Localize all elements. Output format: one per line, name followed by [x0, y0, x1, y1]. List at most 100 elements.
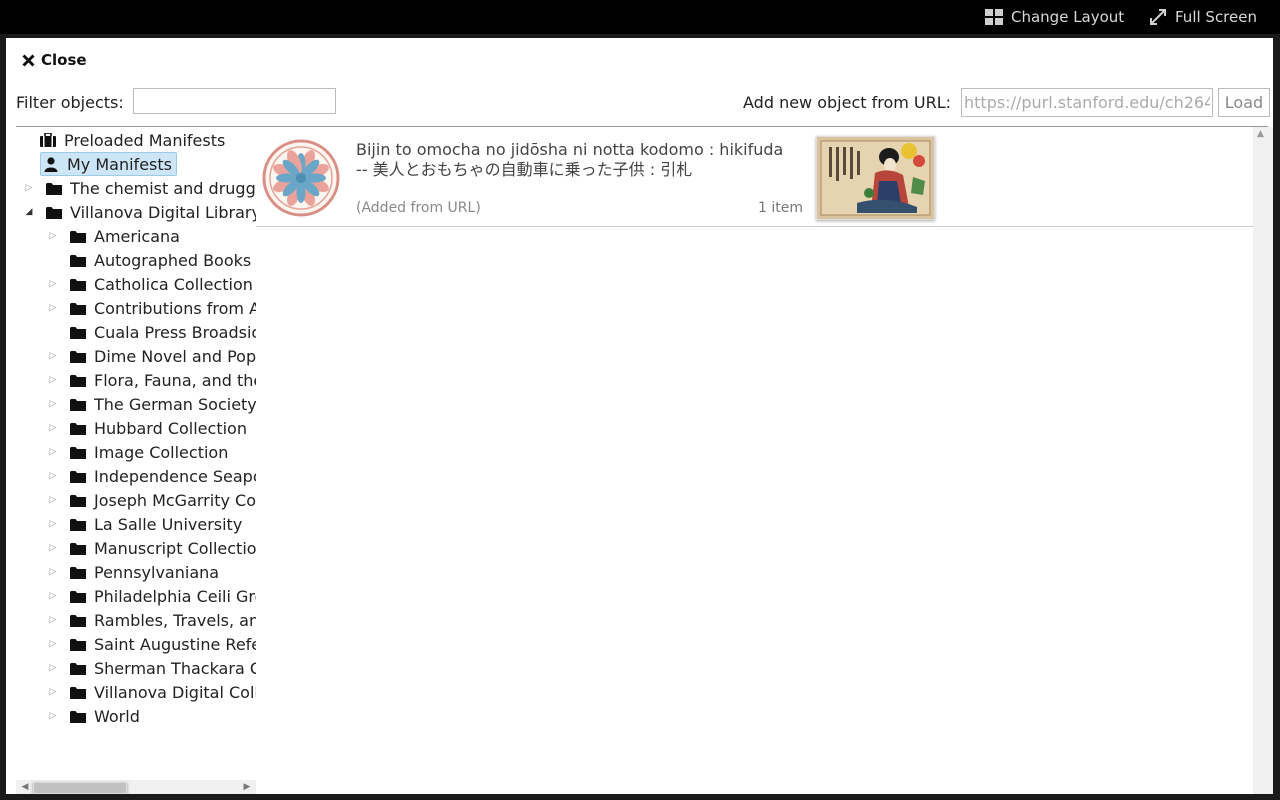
- tree-item[interactable]: ▷ Pennsylvaniana: [46, 561, 220, 583]
- manifest-list-vertical-scrollbar[interactable]: ▲: [1253, 127, 1273, 794]
- scroll-right-icon[interactable]: ▶: [240, 780, 254, 794]
- tree-item[interactable]: ▷ Manuscript Collection: [46, 537, 256, 559]
- expand-toggle-icon[interactable]: ▷: [46, 303, 60, 313]
- expand-toggle-icon[interactable]: ▷: [22, 183, 36, 193]
- scrollbar-thumb[interactable]: [33, 782, 127, 794]
- expand-toggle-icon[interactable]: ▷: [46, 687, 60, 697]
- folder-icon: [70, 420, 86, 436]
- expand-toggle-icon[interactable]: ▷: [46, 423, 60, 433]
- expand-toggle-icon[interactable]: ▷: [46, 615, 60, 625]
- tree-item[interactable]: Cuala Press Broadsic: [46, 321, 256, 343]
- tree-item-villanova[interactable]: ◢ Villanova Digital Library: [22, 201, 256, 223]
- scroll-up-icon[interactable]: ▲: [1257, 129, 1264, 139]
- tree-item-chemist[interactable]: ▷ The chemist and druggi: [22, 177, 256, 199]
- expand-toggle-icon[interactable]: ▷: [46, 711, 60, 721]
- tree-item[interactable]: ▷ The German Society: [46, 393, 256, 415]
- tree-item-label: Image Collection: [94, 442, 229, 462]
- tree-item-preloaded-manifests[interactable]: Preloaded Manifests: [40, 129, 225, 151]
- tree-item[interactable]: ▷ Philadelphia Ceili Gro: [46, 585, 256, 607]
- manifest-list-item[interactable]: Bijin to omocha no jidōsha ni notta kodo…: [256, 127, 1253, 227]
- load-button[interactable]: Load: [1218, 88, 1270, 117]
- manifest-source: (Added from URL): [356, 200, 481, 216]
- tree-item-my-manifests[interactable]: My Manifests: [40, 152, 177, 176]
- expand-toggle-icon[interactable]: ▷: [46, 231, 60, 241]
- tree-item[interactable]: ▷ Villanova Digital Coll: [46, 681, 256, 703]
- tree-item[interactable]: ▷ Flora, Fauna, and the: [46, 369, 256, 391]
- folder-icon: [70, 684, 86, 700]
- folder-icon: [70, 396, 86, 412]
- filter-input[interactable]: [133, 88, 336, 114]
- tree-item[interactable]: ▷ Sherman Thackara C: [46, 657, 256, 679]
- tree-item-label: Cuala Press Broadsic: [94, 322, 256, 342]
- expand-toggle-icon[interactable]: ▷: [46, 375, 60, 385]
- scroll-left-icon[interactable]: ◀: [18, 780, 32, 794]
- url-input[interactable]: [961, 88, 1213, 117]
- filter-label: Filter objects:: [16, 93, 124, 112]
- close-button[interactable]: Close: [22, 50, 87, 70]
- collapse-toggle-icon[interactable]: ◢: [22, 207, 36, 217]
- folder-icon: [46, 180, 62, 196]
- close-icon: [22, 53, 35, 67]
- tree-item[interactable]: ▷ Contributions from A: [46, 297, 256, 319]
- tree-item[interactable]: ▷ Independence Seapc: [46, 465, 256, 487]
- folder-icon: [70, 540, 86, 556]
- tree-item-label: The chemist and druggi: [70, 178, 256, 198]
- expand-toggle-icon[interactable]: ▷: [46, 663, 60, 673]
- tree-item-label: Independence Seapc: [94, 466, 256, 486]
- folder-icon: [70, 324, 86, 340]
- folder-icon: [70, 372, 86, 388]
- expand-toggle-icon[interactable]: ▷: [46, 519, 60, 529]
- tree-item-label: Manuscript Collection: [94, 538, 256, 558]
- folder-icon: [46, 204, 62, 220]
- tree-item[interactable]: ▷ Saint Augustine Refe: [46, 633, 256, 655]
- expand-toggle-icon[interactable]: ▷: [46, 567, 60, 577]
- tree-item-label: Americana: [94, 226, 180, 246]
- tree-item-label: Villanova Digital Coll: [94, 682, 256, 702]
- manifest-title-line: Bijin to omocha no jidōsha ni notta kodo…: [356, 140, 784, 159]
- tree-item-label: Rambles, Travels, an: [94, 610, 256, 630]
- tree-item[interactable]: ▷ Image Collection: [46, 441, 229, 463]
- tree-item[interactable]: ▷ Catholica Collection: [46, 273, 253, 295]
- expand-toggle-icon[interactable]: ▷: [46, 279, 60, 289]
- manifest-tree: Preloaded Manifests My Manifests ▷ The c…: [16, 127, 256, 780]
- tree-item-label: The German Society: [94, 394, 256, 414]
- folder-icon: [70, 636, 86, 652]
- expand-toggle-icon[interactable]: ▷: [46, 543, 60, 553]
- expand-toggle-icon[interactable]: ▷: [46, 471, 60, 481]
- expand-toggle-icon[interactable]: ▷: [46, 591, 60, 601]
- folder-icon: [70, 468, 86, 484]
- folder-icon: [70, 228, 86, 244]
- expand-toggle-icon[interactable]: ▷: [46, 399, 60, 409]
- folder-icon: [70, 564, 86, 580]
- expand-toggle-icon[interactable]: ▷: [46, 351, 60, 361]
- close-label: Close: [41, 51, 87, 69]
- change-layout-button[interactable]: Change Layout: [985, 0, 1124, 34]
- folder-icon: [70, 708, 86, 724]
- tree-item[interactable]: ▷ Americana: [46, 225, 180, 247]
- tree-horizontal-scrollbar[interactable]: ◀ ▶: [16, 780, 256, 794]
- tree-item[interactable]: Autographed Books C: [46, 249, 256, 271]
- expand-toggle-icon[interactable]: ▷: [46, 447, 60, 457]
- expand-toggle-icon[interactable]: ▷: [46, 495, 60, 505]
- tree-item-label: Villanova Digital Library: [70, 202, 256, 222]
- tree-item[interactable]: ▷ Rambles, Travels, an: [46, 609, 256, 631]
- tree-item-label: Pennsylvaniana: [94, 562, 220, 582]
- folder-icon: [70, 588, 86, 604]
- tree-item[interactable]: ▷ Joseph McGarrity Co: [46, 489, 256, 511]
- tree-item-label: My Manifests: [67, 154, 172, 174]
- full-screen-button[interactable]: Full Screen: [1149, 0, 1257, 34]
- add-url-label: Add new object from URL:: [743, 93, 952, 112]
- tree-item-label: Saint Augustine Refe: [94, 634, 256, 654]
- tree-item[interactable]: ▷ La Salle University: [46, 513, 243, 535]
- expand-icon: [1150, 9, 1166, 25]
- expand-toggle-icon[interactable]: ▷: [46, 639, 60, 649]
- grid-layout-icon: [985, 9, 1003, 25]
- manifest-thumbnail[interactable]: [816, 136, 935, 220]
- tree-item[interactable]: ▷ Dime Novel and Popu: [46, 345, 256, 367]
- tree-item[interactable]: ▷ Hubbard Collection: [46, 417, 247, 439]
- folder-icon: [70, 444, 86, 460]
- tree-item[interactable]: ▷ World: [46, 705, 140, 727]
- manifest-title-line: -- 美人とおもちゃの自動車に乗った子供 : 引札: [356, 160, 693, 179]
- repository-logo-icon: [262, 139, 340, 217]
- tree-item-label: Flora, Fauna, and the: [94, 370, 256, 390]
